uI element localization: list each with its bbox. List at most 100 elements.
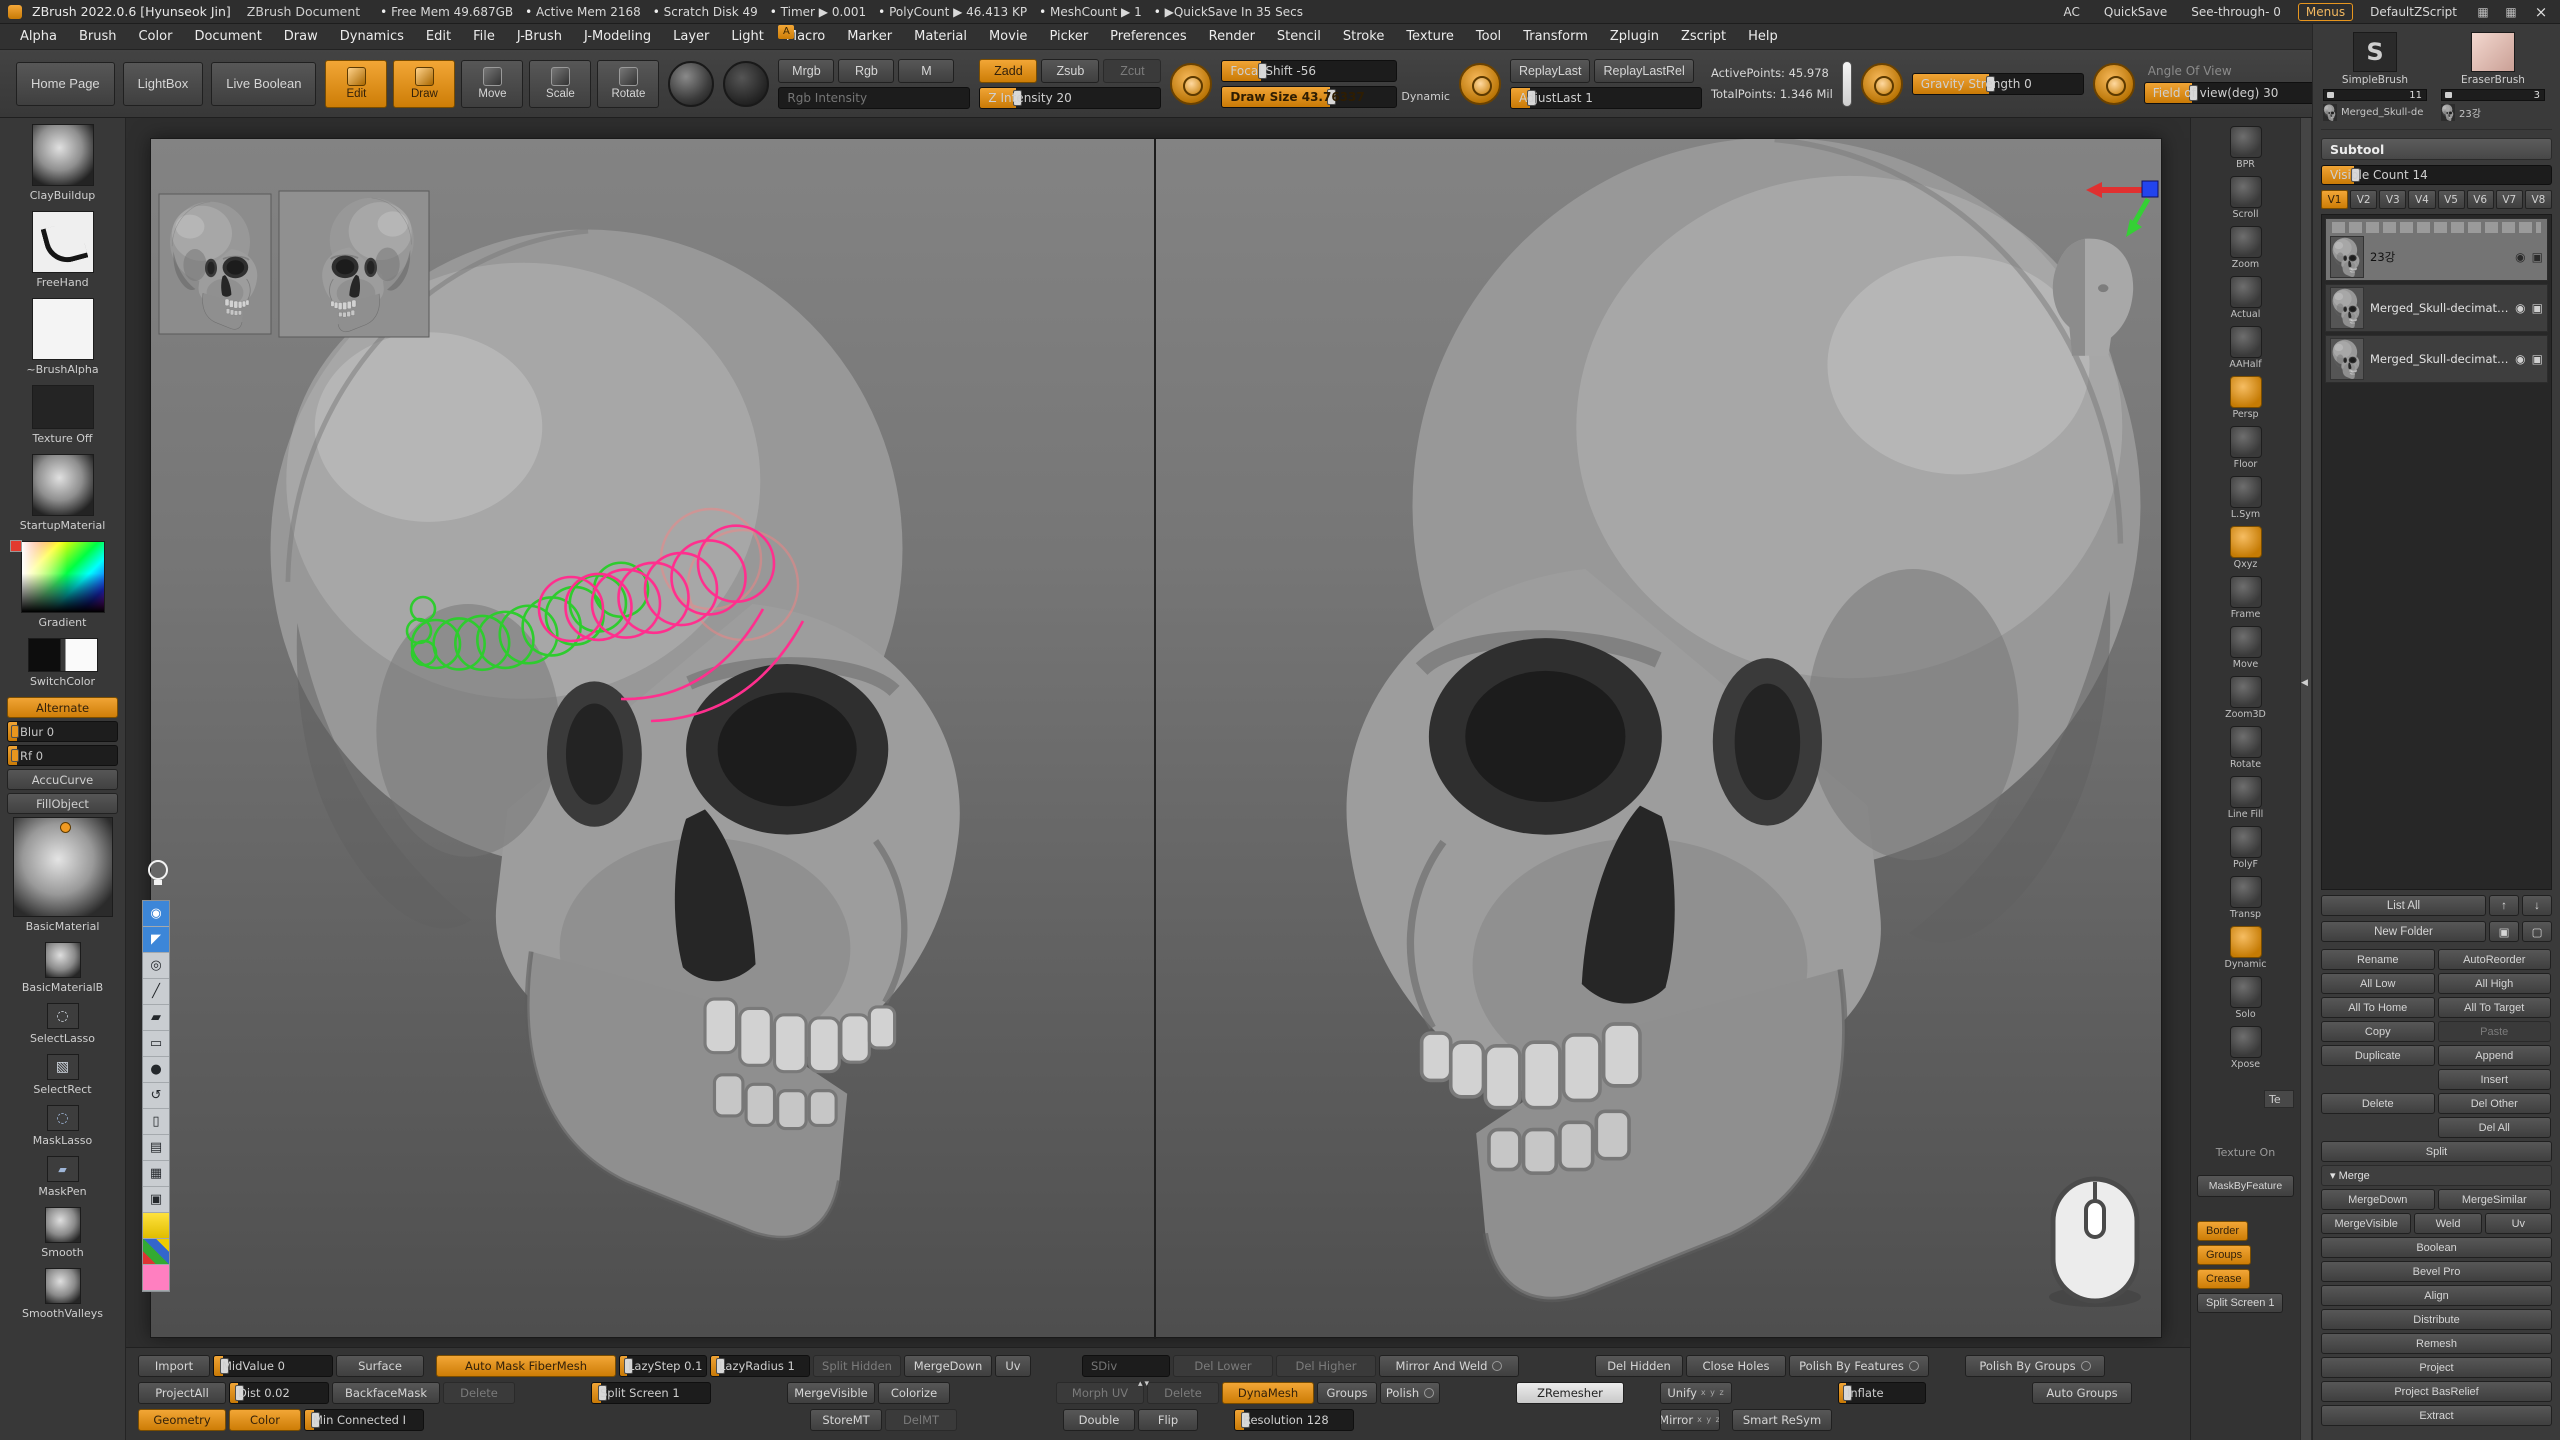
shelf-icon[interactable]: Dynamic	[2197, 926, 2294, 976]
printer-icon[interactable]: ▤	[143, 1135, 169, 1161]
bottom-bar-control[interactable]: MidValue 0	[213, 1355, 333, 1377]
menu-item[interactable]: Edit	[416, 27, 461, 46]
bottom-bar-control[interactable]	[1357, 1419, 1657, 1420]
new-folder-button[interactable]: New Folder	[2321, 921, 2486, 942]
mode-button[interactable]: Draw	[393, 60, 455, 108]
subtool-action-button[interactable]: Project BasRelief	[2321, 1381, 2552, 1402]
titlebar-button[interactable]: DefaultZScript	[2363, 4, 2464, 20]
left-tray-control[interactable]: Blur 0	[7, 721, 118, 742]
shelf-icon[interactable]: Frame	[2197, 576, 2294, 626]
nav-button[interactable]: LightBox	[123, 62, 204, 106]
bottom-bar-control[interactable]: Del Hidden	[1595, 1355, 1683, 1377]
subtool-action-button[interactable]: Insert	[2438, 1069, 2552, 1090]
menu-item[interactable]: Movie	[979, 27, 1037, 46]
visibility-eye-icon[interactable]: ◉	[2515, 352, 2525, 366]
titlebar-button[interactable]: AC	[2056, 4, 2086, 20]
bottom-bar-control[interactable]: Polish By Groups	[1965, 1355, 2105, 1377]
bottom-bar-control[interactable]: Split Screen 1	[591, 1382, 711, 1404]
quick-brush-slider[interactable]: 3	[2441, 89, 2545, 101]
shelf-icon[interactable]: Transp	[2197, 876, 2294, 926]
subtool-action-button[interactable]: Split	[2321, 1141, 2552, 1162]
left-tray-item[interactable]: ClayBuildup	[7, 124, 119, 202]
shelf-icon[interactable]: Solo	[2197, 976, 2294, 1026]
left-tray-item[interactable]: Gradient	[7, 541, 119, 629]
mask-by-feature-button[interactable]: MaskByFeature	[2197, 1175, 2294, 1197]
subtool-item[interactable]: Merged_Skull-decimation2_4 ◉ ▣	[2325, 335, 2548, 383]
subtool-edit-icons[interactable]	[2332, 222, 2541, 233]
bottom-bar-control[interactable]: MergeVisible	[787, 1382, 875, 1404]
bottom-bar-control[interactable]: Close Holes	[1686, 1355, 1786, 1377]
left-tray-item[interactable]: FreeHand	[7, 211, 119, 289]
bottom-bar-control[interactable]: MergeDown	[904, 1355, 992, 1377]
menu-item[interactable]: Zplugin	[1600, 27, 1669, 46]
version-tab[interactable]: V5	[2438, 190, 2465, 209]
subtool-action-button[interactable]: Bevel Pro	[2321, 1261, 2552, 1282]
shelf-icon[interactable]: Line Fill	[2197, 776, 2294, 826]
menu-item[interactable]: Render	[1199, 27, 1265, 46]
version-tab[interactable]: V3	[2379, 190, 2406, 209]
bottom-bar-control[interactable]: Del Higher	[1276, 1355, 1376, 1377]
titlebar-button[interactable]: See-through- 0	[2184, 4, 2288, 20]
document-viewport[interactable]	[150, 138, 2162, 1338]
subtool-action-button[interactable]: Append	[2438, 1045, 2552, 1066]
bottom-bar-control[interactable]: DynaMesh	[1222, 1382, 1314, 1404]
version-tab[interactable]: V6	[2467, 190, 2494, 209]
bottom-bar-control[interactable]: LazyRadius 1	[710, 1355, 810, 1377]
shelf-icon[interactable]: Rotate	[2197, 726, 2294, 776]
replay-button[interactable]: ReplayLastRel	[1594, 59, 1693, 83]
bottom-bar-control[interactable]	[953, 1392, 1053, 1393]
bottom-bar-control[interactable]: Dist 0.02	[229, 1382, 329, 1404]
undo-icon[interactable]: ↺	[143, 1083, 169, 1109]
menu-item[interactable]: Alpha	[10, 27, 67, 46]
paint-mode-button[interactable]: Rgb	[838, 59, 894, 83]
image-icon[interactable]: ▦	[143, 1161, 169, 1187]
bottom-bar-control[interactable]	[427, 1419, 807, 1420]
left-tray-item[interactable]: BasicMaterial	[7, 817, 119, 933]
list-all-button[interactable]: List All	[2321, 895, 2486, 916]
bottom-bar-control[interactable]: ProjectAll	[138, 1382, 226, 1404]
mode-button[interactable]: Move	[461, 60, 523, 108]
sculpt-view[interactable]	[151, 139, 2163, 1339]
subtool-action-button[interactable]: Paste	[2438, 1021, 2552, 1042]
bottom-bar-control[interactable]: Surface	[336, 1355, 424, 1377]
left-tray-control[interactable]: FillObject	[7, 793, 118, 814]
visibility-eye-icon[interactable]: ◉	[2515, 301, 2525, 315]
bottom-bar-control[interactable]: Colorize	[878, 1382, 950, 1404]
bottom-bar-control[interactable]: Inflate	[1838, 1382, 1926, 1404]
bottom-bar-control[interactable]: Smart ReSym	[1732, 1409, 1832, 1431]
bottom-bar-control[interactable]: Morph UV	[1056, 1382, 1144, 1404]
shelf-group-button[interactable]: Split Screen 1	[2197, 1293, 2283, 1313]
bottom-bar-control[interactable]: Polish	[1380, 1382, 1440, 1404]
menu-item[interactable]: Zscript	[1671, 27, 1736, 46]
bottom-bar-control[interactable]: Flip	[1138, 1409, 1198, 1431]
subtool-action-button[interactable]: Delete	[2321, 1093, 2435, 1114]
bottom-bar-control[interactable]	[427, 1365, 433, 1366]
titlebar-button[interactable]: Menus	[2298, 3, 2353, 21]
menu-item[interactable]: Color	[128, 27, 182, 46]
bottom-bar-control[interactable]: Polish By Features	[1789, 1355, 1929, 1377]
eraser-icon[interactable]: ▭	[143, 1031, 169, 1057]
trash-icon[interactable]: ▯	[143, 1109, 169, 1135]
subtool-item[interactable]: Merged_Skull-decimation2 ◉ ▣	[2325, 284, 2548, 332]
bottom-bar-control[interactable]	[714, 1392, 784, 1393]
bottom-bar-control[interactable]: Split Hidden	[813, 1355, 901, 1377]
bottom-bar-control[interactable]: Groups	[1317, 1382, 1377, 1404]
folder-icon[interactable]: ▣	[2532, 250, 2543, 264]
replay-icon[interactable]	[1459, 63, 1501, 105]
bottom-bar-control[interactable]: Del Lower	[1173, 1355, 1273, 1377]
left-tray-item[interactable]: SmoothValleys	[7, 1268, 119, 1320]
stroke-picker-button[interactable]	[668, 61, 714, 107]
rgb-intensity-slider[interactable]: Rgb Intensity	[778, 87, 970, 109]
subtool-action-button[interactable]: Copy	[2321, 1021, 2435, 1042]
version-tab[interactable]: V8	[2525, 190, 2552, 209]
bottom-bar-control[interactable]: Double	[1063, 1409, 1135, 1431]
menu-item[interactable]: Document	[184, 27, 271, 46]
subtool-action-button[interactable]: Boolean	[2321, 1237, 2552, 1258]
bottom-bar-control[interactable]: Geometry	[138, 1409, 226, 1431]
shelf-icon[interactable]: AAHalf	[2197, 326, 2294, 376]
bottom-bar-control[interactable]	[960, 1419, 1060, 1420]
bottom-bar-control[interactable]: Delete	[443, 1382, 515, 1404]
mode-button[interactable]: Edit	[325, 60, 387, 108]
menu-item[interactable]: Help	[1738, 27, 1788, 46]
shelf-icon[interactable]: Move	[2197, 626, 2294, 676]
